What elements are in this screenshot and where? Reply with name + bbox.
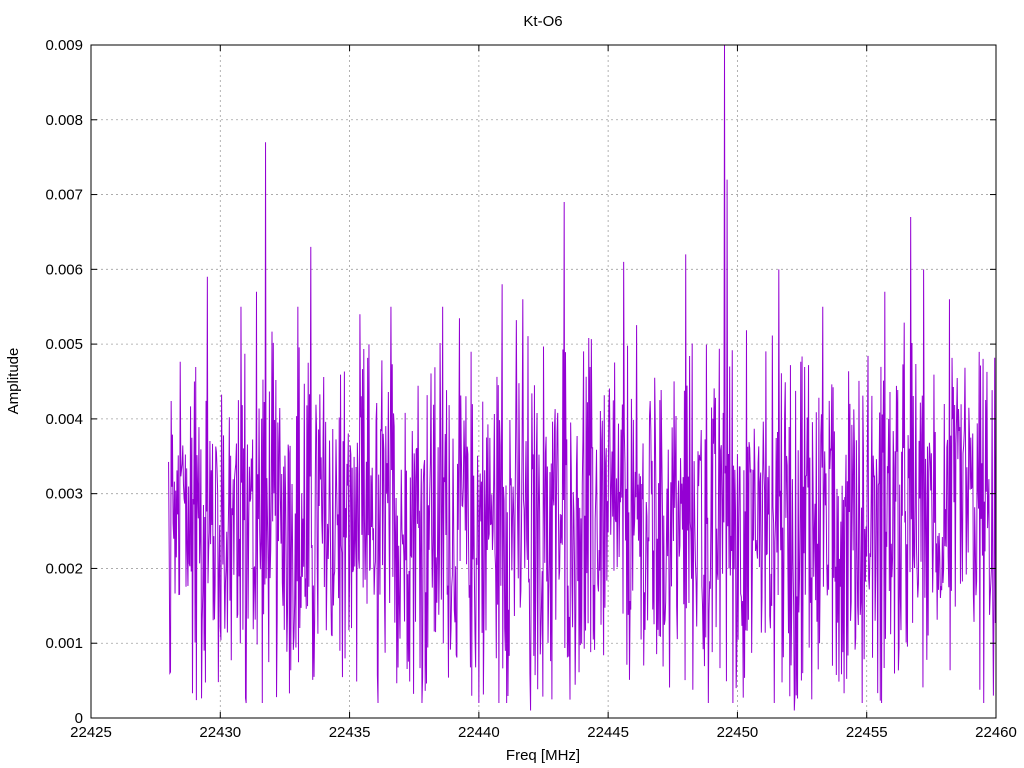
y-tick-label: 0.008 xyxy=(45,112,83,129)
y-tick-label: 0.007 xyxy=(45,187,83,204)
x-axis-title: Freq [MHz] xyxy=(506,747,580,764)
y-tick-label: 0.003 xyxy=(45,486,83,503)
y-tick-label: 0.002 xyxy=(45,560,83,577)
x-tick-label: 22455 xyxy=(846,724,888,741)
y-tick-label: 0.006 xyxy=(45,261,83,278)
x-tick-label: 22450 xyxy=(717,724,759,741)
y-axis-title: Amplitude xyxy=(5,348,22,415)
y-tick-label: 0.004 xyxy=(45,411,83,428)
y-tick-label: 0.005 xyxy=(45,336,83,353)
x-tick-label: 22430 xyxy=(199,724,241,741)
chart-background xyxy=(0,0,1024,768)
x-tick-label: 22435 xyxy=(329,724,371,741)
y-tick-label: 0 xyxy=(75,710,83,727)
x-tick-label: 22440 xyxy=(458,724,500,741)
chart-title: Kt-O6 xyxy=(523,13,562,30)
x-tick-label: 22460 xyxy=(975,724,1017,741)
y-tick-label: 0.001 xyxy=(45,635,83,652)
y-tick-label: 0.009 xyxy=(45,37,83,54)
chart: 22425 22430 22435 22440 22445 22450 22455 22460… xyxy=(0,0,1024,768)
x-tick-label: 22445 xyxy=(587,724,629,741)
